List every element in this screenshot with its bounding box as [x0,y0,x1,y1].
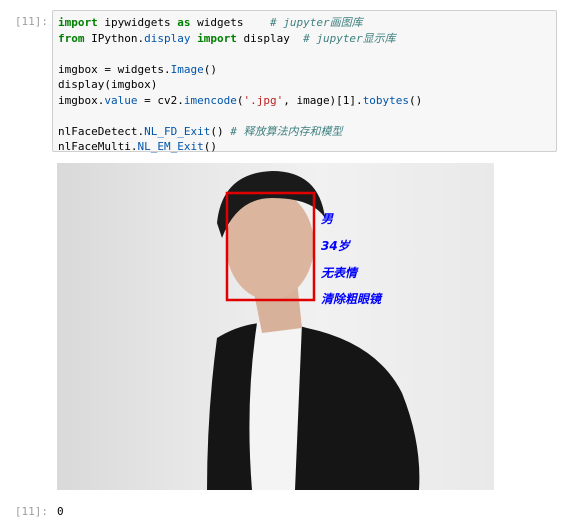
label-expression: 无表情 [320,266,359,280]
code-token: # jupyter显示库 [303,31,396,45]
code-token: , image)[1]. [283,93,363,107]
code-token: widgets [190,16,270,29]
code-token: Image [170,62,204,76]
code-token: # jupyter画图库 [269,16,363,29]
code-token: nlFaceDetect. [58,124,145,138]
code-token: import [58,16,98,29]
output-prompt: [11]: [14,505,48,518]
output-value: 0 [57,505,64,518]
code-token: tobytes [362,93,410,107]
face-labels: 男 34岁 无表情 清除粗眼镜 [320,212,383,306]
code-token: () [203,140,217,153]
code-token: as [177,16,191,29]
label-age: 34岁 [321,239,352,253]
code-line: imgbox = widgets.Image() [58,62,551,78]
output-image: 男 34岁 无表情 清除粗眼镜 [57,163,494,490]
label-gender: 男 [321,212,334,226]
code-token: () [210,124,231,138]
code-token: display(imgbox) [58,78,158,91]
code-token: display [236,31,304,45]
code-token: IPython. [84,31,145,45]
code-token: () [203,62,217,76]
code-line: display(imgbox) [58,77,551,93]
code-token: from [58,31,85,45]
code-token: () [409,93,423,107]
label-glasses: 清除粗眼镜 [321,292,383,306]
code-token: ipywidgets [97,16,178,29]
code-token: display [144,31,191,45]
code-token: imgbox. [58,93,105,107]
code-line: imgbox.value = cv2.imencode('.jpg', imag… [58,93,551,109]
code-token: NL_EM_Exit [137,140,204,153]
code-line: nlFaceDetect.NL_FD_Exit() # 释放算法内存和模型 [58,124,551,140]
code-token: # 释放算法内存和模型 [230,124,343,138]
code-editor[interactable]: import ipywidgets as widgets # jupyter画图… [58,15,551,155]
code-token: nlFaceMulti. [58,140,138,153]
code-token: = cv2. [137,93,184,107]
code-token: NL_FD_Exit [144,124,211,138]
code-line: nlFaceMulti.NL_EM_Exit() [58,139,551,155]
code-token: '.jpg' [243,93,284,107]
code-line: import ipywidgets as widgets # jupyter画图… [58,15,551,31]
code-token: value [104,93,138,107]
code-cell[interactable]: import ipywidgets as widgets # jupyter画图… [52,10,557,155]
code-token: import [197,31,237,45]
code-token: imencode [183,93,237,107]
code-line: from IPython.display import display # ju… [58,31,551,47]
input-prompt: [11]: [14,15,48,28]
code-token: imgbox = widgets. [58,62,171,76]
